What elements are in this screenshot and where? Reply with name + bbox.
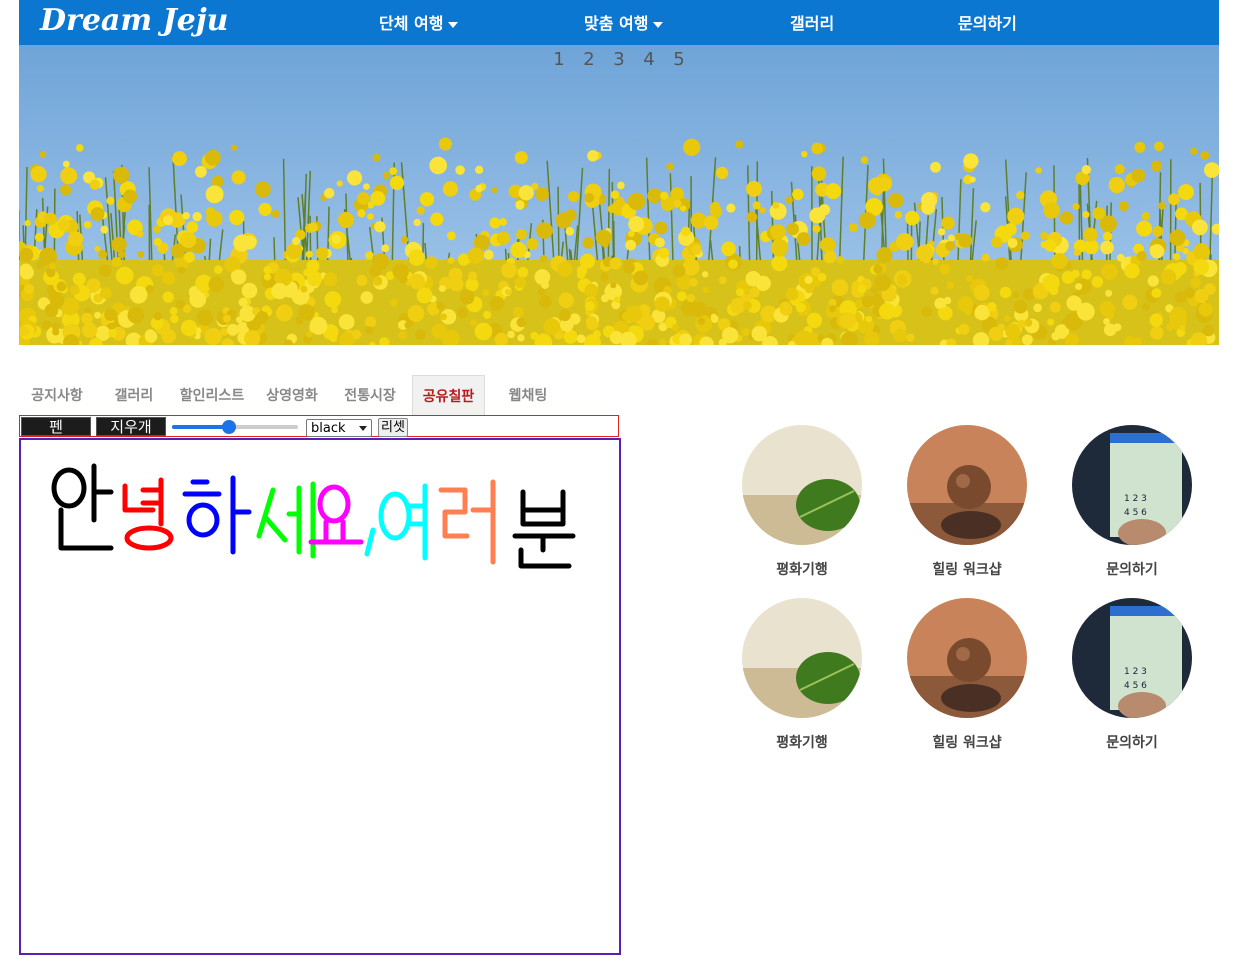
gallery-caption: 힐링 워크샵: [932, 562, 1002, 578]
gallery-caption: 문의하기: [1106, 735, 1158, 751]
svg-text:1 2 3: 1 2 3: [1124, 494, 1147, 504]
reset-button[interactable]: 리셋: [378, 418, 408, 437]
caret-down-icon: [653, 21, 664, 28]
stone-photo-icon: [907, 598, 1027, 718]
gallery-caption: 평화기행: [776, 735, 828, 751]
board-toolbar: 펜 지우개 black 리셋: [19, 415, 619, 437]
tab-shared-board[interactable]: 공유칠판: [412, 375, 485, 415]
handwriting-drawing: [51, 463, 576, 569]
tab-movies[interactable]: 상영영화: [260, 375, 324, 415]
page-3[interactable]: 3: [604, 49, 634, 70]
stroke-reo: [438, 479, 496, 565]
leaf-photo-icon: [742, 425, 862, 545]
tab-gallery[interactable]: 갤러리: [109, 375, 159, 415]
slider-fill: [172, 425, 229, 429]
page-5[interactable]: 5: [664, 49, 694, 70]
gallery-card[interactable]: 힐링 워크샵: [907, 598, 1027, 752]
page-2[interactable]: 2: [574, 49, 604, 70]
page-4[interactable]: 4: [634, 49, 664, 70]
hero-banner: 12345: [19, 45, 1219, 345]
svg-text:4 5 6: 4 5 6: [1124, 681, 1147, 691]
stroke-yeo: [378, 483, 428, 561]
leaf-photo-icon: [742, 598, 862, 718]
stroke-se: [256, 481, 316, 559]
drawing-canvas[interactable]: [19, 438, 621, 955]
thickness-slider[interactable]: [172, 420, 298, 434]
color-select-value: black: [311, 421, 346, 436]
svg-text:1 2 3: 1 2 3: [1124, 667, 1147, 677]
stroke-yo: [308, 484, 364, 545]
svg-text:4 5 6: 4 5 6: [1124, 508, 1147, 518]
nav-group-tour[interactable]: 단체 여행: [379, 0, 459, 45]
banner-pagination: 12345: [19, 49, 1219, 70]
phone-photo-icon: 1 2 3 4 5 6: [1072, 425, 1192, 545]
gallery-caption: 평화기행: [776, 562, 828, 578]
tab-market[interactable]: 전통시장: [338, 375, 402, 415]
nav-gallery-label: 갤러리: [790, 14, 835, 33]
gallery-card[interactable]: 1 2 3 4 5 6 문의하기: [1072, 598, 1192, 752]
nav-custom-tour[interactable]: 맞춤 여행: [584, 0, 664, 45]
nav-group-tour-label: 단체 여행: [379, 14, 444, 33]
eraser-button[interactable]: 지우개: [96, 417, 166, 436]
canola-field-image: [19, 45, 1219, 345]
pen-button[interactable]: 펜: [21, 417, 91, 436]
nav-gallery[interactable]: 갤러리: [790, 0, 834, 45]
stroke-nyeong: [122, 477, 174, 551]
nav-custom-tour-label: 맞춤 여행: [584, 14, 649, 33]
stone-photo-icon: [907, 425, 1027, 545]
chevron-down-icon: [359, 426, 367, 431]
tab-web-chat[interactable]: 웹채팅: [501, 375, 555, 415]
gallery-card[interactable]: 평화기행: [742, 425, 862, 579]
gallery-card[interactable]: 1 2 3 4 5 6 문의하기: [1072, 425, 1192, 579]
stroke-bun: [512, 489, 576, 569]
gallery-card[interactable]: 힐링 워크샵: [907, 425, 1027, 579]
page-1[interactable]: 1: [544, 49, 574, 70]
stroke-ha: [182, 475, 252, 555]
site-logo[interactable]: Dream Jeju: [40, 2, 228, 40]
gallery-caption: 문의하기: [1106, 562, 1158, 578]
nav-contact-label: 문의하기: [958, 14, 1017, 33]
slider-thumb[interactable]: [221, 420, 236, 434]
phone-photo-icon: 1 2 3 4 5 6: [1072, 598, 1192, 718]
color-select[interactable]: black: [306, 419, 372, 437]
tab-discount-list[interactable]: 할인리스트: [175, 375, 249, 415]
top-navbar: Dream Jeju 단체 여행 맞춤 여행 갤러리 문의하기: [19, 0, 1219, 45]
nav-contact[interactable]: 문의하기: [958, 0, 1017, 45]
stroke-comma: [364, 527, 376, 557]
gallery-card[interactable]: 평화기행: [742, 598, 862, 752]
stroke-an: [51, 463, 114, 551]
tab-notice[interactable]: 공지사항: [24, 375, 90, 415]
caret-down-icon: [448, 21, 459, 28]
gallery-caption: 힐링 워크샵: [932, 735, 1002, 751]
